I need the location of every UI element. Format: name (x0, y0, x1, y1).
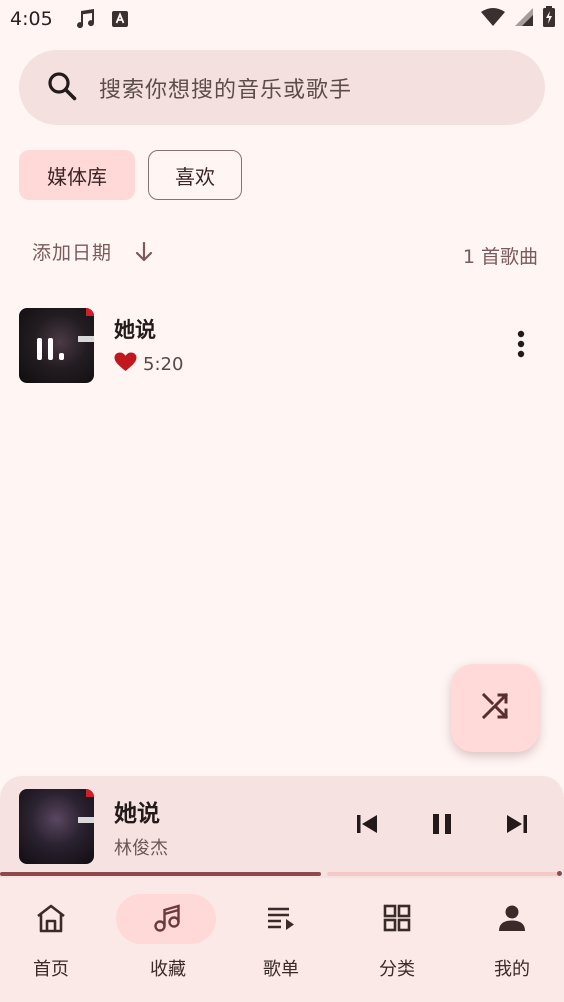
shuffle-button[interactable] (451, 664, 539, 752)
shuffle-icon (480, 691, 510, 725)
song-count: 1 首歌曲 (462, 246, 538, 268)
arrow-down-icon (134, 241, 154, 263)
next-track-icon[interactable] (505, 812, 529, 836)
sort-label: 添加日期 (32, 242, 113, 264)
filter-chips: 媒体库 喜欢 (19, 150, 242, 200)
mini-player[interactable]: 她说 林俊杰 (0, 776, 564, 878)
nav-label-favorites: 收藏 (150, 959, 186, 980)
chip-favorites[interactable]: 喜欢 (148, 150, 242, 200)
nav-item-profile[interactable]: 我的 (456, 878, 564, 1002)
playlist-icon (265, 903, 297, 933)
nav-item-favorites[interactable]: 收藏 (112, 878, 224, 1002)
cover-red-mark (86, 789, 94, 797)
cover-label-strip (78, 817, 94, 823)
pause-icon[interactable] (430, 812, 454, 836)
progress-played (0, 872, 321, 876)
search-bar[interactable]: 搜索你想搜的音乐或歌手 (19, 50, 545, 125)
mini-player-artist: 林俊杰 (114, 838, 168, 859)
nav-label-home: 首页 (33, 959, 69, 980)
music-notification-icon (73, 8, 97, 30)
chip-media-library[interactable]: 媒体库 (19, 150, 135, 200)
search-placeholder: 搜索你想搜的音乐或歌手 (99, 77, 353, 103)
track-title: 她说 (114, 318, 156, 342)
mini-player-title: 她说 (114, 801, 160, 827)
keyboard-notification-icon (111, 10, 129, 28)
previous-track-icon[interactable] (355, 812, 379, 836)
cellular-signal-icon (514, 7, 534, 31)
sort-button[interactable]: 添加日期 (32, 238, 154, 265)
nav-label-categories: 分类 (379, 959, 415, 980)
mini-player-cover (19, 789, 94, 864)
wifi-icon (480, 7, 506, 31)
album-cover (19, 308, 94, 383)
heart-icon (114, 352, 137, 376)
battery-charging-icon (542, 6, 556, 32)
status-bar: 4:05 (0, 0, 564, 38)
bottom-navigation: 首页 收藏 歌单 分类 我的 (0, 878, 564, 1002)
home-icon (35, 903, 67, 933)
now-playing-icon (37, 338, 64, 360)
grid-icon (382, 903, 412, 933)
more-options-icon[interactable] (517, 330, 525, 362)
nav-label-profile: 我的 (494, 959, 530, 980)
track-duration: 5:20 (143, 353, 184, 375)
nav-label-playlists: 歌单 (263, 959, 299, 980)
track-item[interactable]: 她说 5:20 (19, 308, 545, 384)
search-icon (47, 71, 77, 105)
person-icon (497, 903, 527, 933)
nav-item-playlists[interactable]: 歌单 (225, 878, 337, 1002)
nav-item-categories[interactable]: 分类 (341, 878, 453, 1002)
status-system-icons (480, 6, 556, 32)
progress-end-dot (557, 871, 562, 876)
progress-remaining (327, 872, 560, 876)
cover-label-strip (78, 336, 94, 342)
cover-red-mark (86, 308, 94, 316)
track-meta: 5:20 (114, 352, 183, 376)
status-time: 4:05 (10, 8, 53, 30)
music-note-icon (152, 903, 184, 933)
nav-item-home[interactable]: 首页 (0, 878, 107, 1002)
